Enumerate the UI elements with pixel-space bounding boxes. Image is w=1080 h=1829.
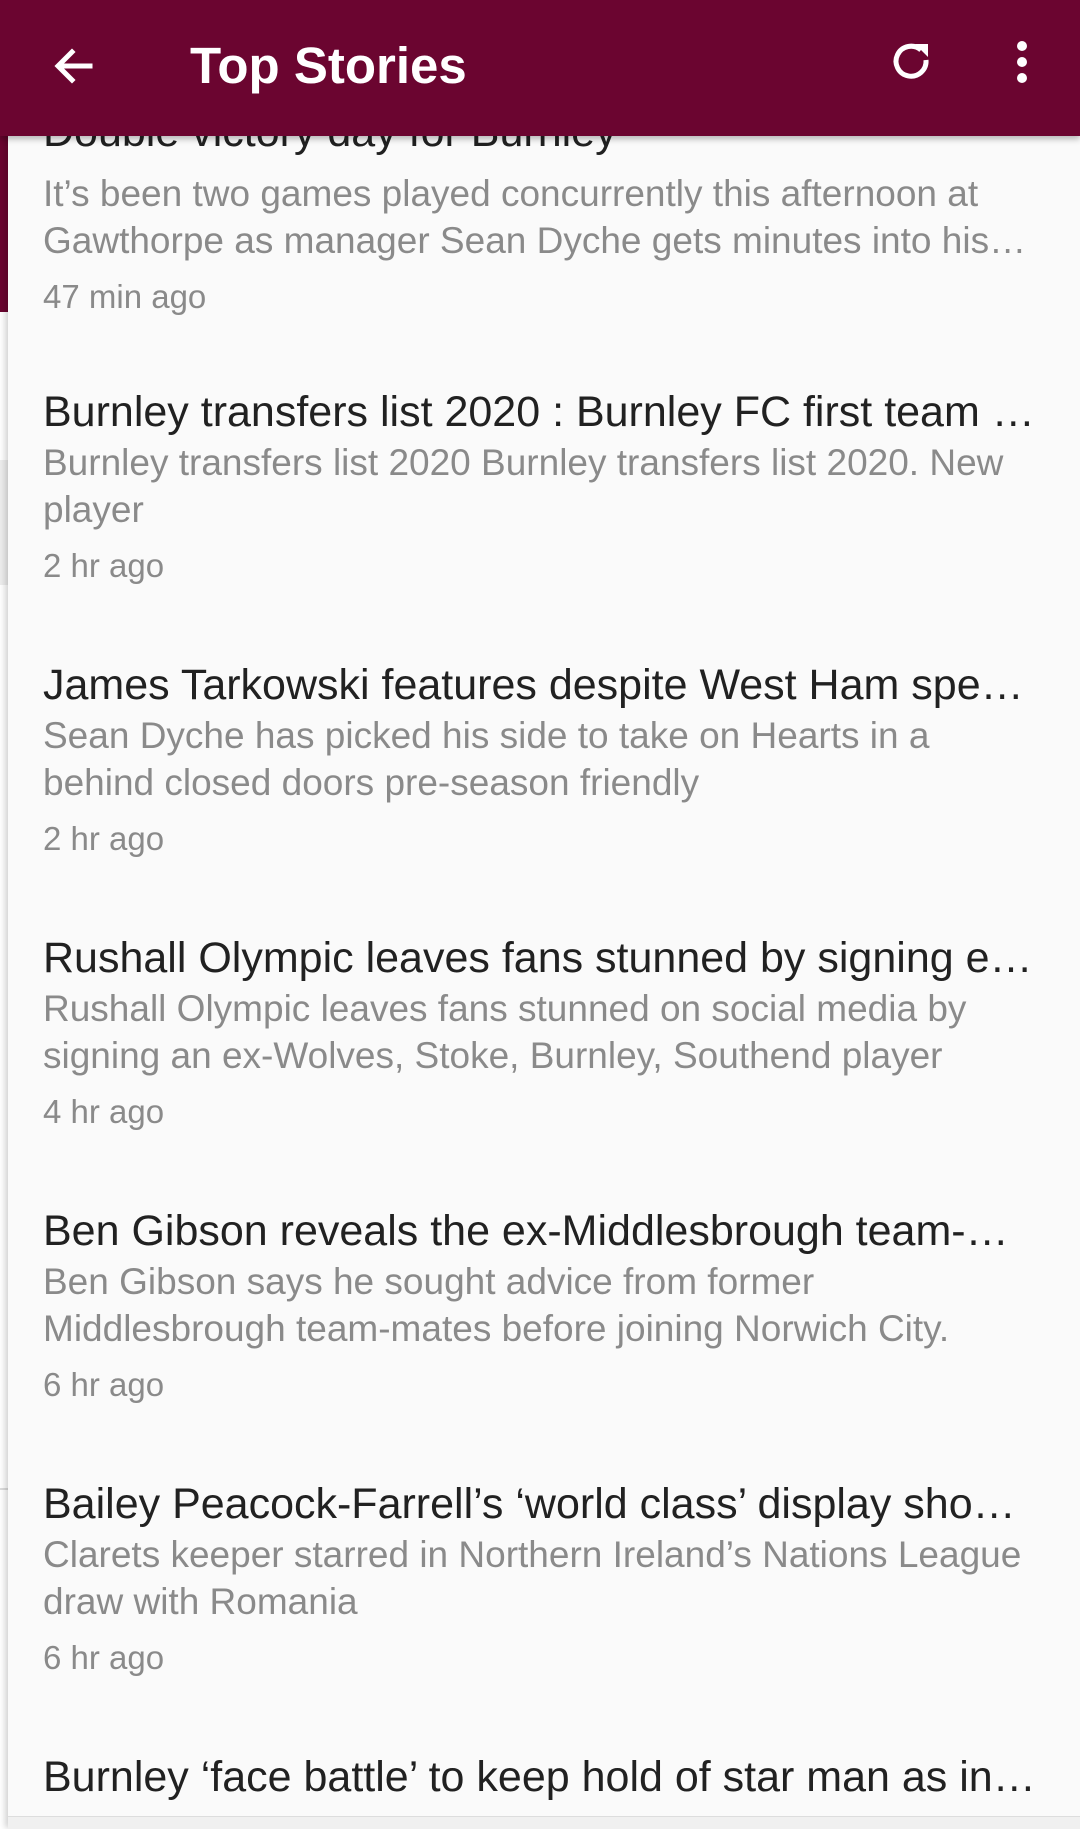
story-title: Ben Gibson reveals the ex-Middlesbrough … bbox=[43, 1207, 1043, 1255]
background-accent-strip bbox=[0, 136, 8, 312]
story-time: 47 min ago bbox=[43, 278, 207, 315]
more-vert-icon[interactable] bbox=[992, 30, 1052, 94]
story-item[interactable]: Burnley transfers list 2020 : Burnley FC… bbox=[43, 385, 1043, 589]
story-title: Bailey Peacock-Farrell’s ‘world class’ d… bbox=[43, 1480, 1043, 1528]
background-grey-strip bbox=[0, 460, 8, 585]
page-title: Top Stories bbox=[190, 37, 467, 94]
story-title: Rushall Olympic leaves fans stunned by s… bbox=[43, 934, 1043, 982]
story-description: Clarets keeper starred in Northern Irela… bbox=[43, 1534, 1022, 1622]
arrow-back-icon[interactable] bbox=[44, 36, 104, 96]
story-item[interactable]: Burnley ‘face battle’ to keep hold of st… bbox=[43, 1750, 1043, 1804]
background-divider bbox=[0, 1488, 8, 1490]
story-item[interactable]: It’s been two games played concurrently … bbox=[43, 170, 1043, 320]
story-description: Sean Dyche has picked his side to take o… bbox=[43, 715, 930, 803]
story-description: Rushall Olympic leaves fans stunned on s… bbox=[43, 988, 967, 1076]
story-description: Ben Gibson says he sought advice from fo… bbox=[43, 1261, 950, 1349]
story-time: 6 hr ago bbox=[43, 1366, 165, 1403]
story-time: 4 hr ago bbox=[43, 1093, 165, 1130]
story-time: 2 hr ago bbox=[43, 547, 165, 584]
story-item[interactable]: Bailey Peacock-Farrell’s ‘world class’ d… bbox=[43, 1477, 1043, 1681]
story-title: Burnley ‘face battle’ to keep hold of st… bbox=[43, 1753, 1043, 1801]
story-title: James Tarkowski features despite West Ha… bbox=[43, 661, 1043, 709]
story-title: Burnley transfers list 2020 : Burnley FC… bbox=[43, 388, 1043, 436]
story-time: 6 hr ago bbox=[43, 1639, 165, 1676]
story-description: It’s been two games played concurrently … bbox=[43, 173, 990, 261]
story-time: 2 hr ago bbox=[43, 820, 165, 857]
app-bar: Top Stories bbox=[0, 0, 1080, 136]
stories-list[interactable]: Double victory day for Burnley It’s been… bbox=[8, 0, 1080, 1828]
list-bottom-edge bbox=[8, 1816, 1080, 1829]
story-item[interactable]: Ben Gibson reveals the ex-Middlesbrough … bbox=[43, 1204, 1043, 1408]
story-item[interactable]: James Tarkowski features despite West Ha… bbox=[43, 658, 1043, 862]
story-description: Burnley transfers list 2020 Burnley tran… bbox=[43, 442, 1004, 530]
refresh-icon[interactable] bbox=[882, 30, 942, 94]
story-item[interactable]: Rushall Olympic leaves fans stunned by s… bbox=[43, 931, 1043, 1135]
